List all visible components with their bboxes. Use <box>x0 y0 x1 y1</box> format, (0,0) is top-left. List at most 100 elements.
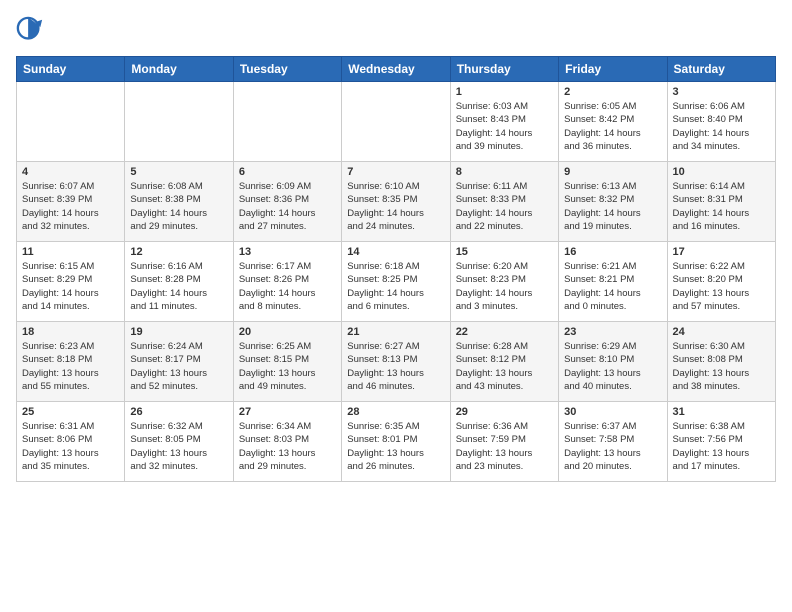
calendar-day-18: 18 Sunrise: 6:23 AM Sunset: 8:18 PM Dayli… <box>17 322 125 402</box>
day-info: Sunrise: 6:28 AM Sunset: 8:12 PM Dayligh… <box>456 340 553 393</box>
empty-cell <box>125 82 233 162</box>
calendar-day-11: 11 Sunrise: 6:15 AM Sunset: 8:29 PM Dayli… <box>17 242 125 322</box>
day-info: Sunrise: 6:22 AM Sunset: 8:20 PM Dayligh… <box>673 260 770 313</box>
day-number: 17 <box>673 246 770 258</box>
calendar-day-24: 24 Sunrise: 6:30 AM Sunset: 8:08 PM Dayli… <box>667 322 775 402</box>
empty-cell <box>233 82 341 162</box>
day-info: Sunrise: 6:38 AM Sunset: 7:56 PM Dayligh… <box>673 420 770 473</box>
empty-cell <box>342 82 450 162</box>
day-info: Sunrise: 6:03 AM Sunset: 8:43 PM Dayligh… <box>456 100 553 153</box>
day-number: 20 <box>239 326 336 338</box>
day-number: 24 <box>673 326 770 338</box>
empty-cell <box>17 82 125 162</box>
day-info: Sunrise: 6:14 AM Sunset: 8:31 PM Dayligh… <box>673 180 770 233</box>
day-number: 28 <box>347 406 444 418</box>
calendar-day-15: 15 Sunrise: 6:20 AM Sunset: 8:23 PM Dayli… <box>450 242 558 322</box>
weekday-header-sunday: Sunday <box>17 57 125 82</box>
day-info: Sunrise: 6:06 AM Sunset: 8:40 PM Dayligh… <box>673 100 770 153</box>
logo-icon <box>16 16 44 44</box>
calendar-week-1: 1 Sunrise: 6:03 AM Sunset: 8:43 PM Daylig… <box>17 82 776 162</box>
calendar-day-7: 7 Sunrise: 6:10 AM Sunset: 8:35 PM Daylig… <box>342 162 450 242</box>
calendar-week-4: 18 Sunrise: 6:23 AM Sunset: 8:18 PM Dayli… <box>17 322 776 402</box>
day-number: 26 <box>130 406 227 418</box>
calendar-day-5: 5 Sunrise: 6:08 AM Sunset: 8:38 PM Daylig… <box>125 162 233 242</box>
calendar-day-25: 25 Sunrise: 6:31 AM Sunset: 8:06 PM Dayli… <box>17 402 125 482</box>
page-header <box>16 16 776 44</box>
day-info: Sunrise: 6:25 AM Sunset: 8:15 PM Dayligh… <box>239 340 336 393</box>
day-info: Sunrise: 6:10 AM Sunset: 8:35 PM Dayligh… <box>347 180 444 233</box>
day-info: Sunrise: 6:07 AM Sunset: 8:39 PM Dayligh… <box>22 180 119 233</box>
day-number: 25 <box>22 406 119 418</box>
day-info: Sunrise: 6:16 AM Sunset: 8:28 PM Dayligh… <box>130 260 227 313</box>
day-number: 30 <box>564 406 661 418</box>
day-number: 29 <box>456 406 553 418</box>
day-number: 19 <box>130 326 227 338</box>
calendar-day-31: 31Sunrise: 6:38 AM Sunset: 7:56 PM Dayli… <box>667 402 775 482</box>
calendar-day-3: 3 Sunrise: 6:06 AM Sunset: 8:40 PM Daylig… <box>667 82 775 162</box>
day-info: Sunrise: 6:21 AM Sunset: 8:21 PM Dayligh… <box>564 260 661 313</box>
day-number: 14 <box>347 246 444 258</box>
day-info: Sunrise: 6:37 AM Sunset: 7:58 PM Dayligh… <box>564 420 661 473</box>
calendar-day-4: 4Sunrise: 6:07 AM Sunset: 8:39 PM Daylig… <box>17 162 125 242</box>
weekday-header-monday: Monday <box>125 57 233 82</box>
day-number: 22 <box>456 326 553 338</box>
calendar-day-12: 12Sunrise: 6:16 AM Sunset: 8:28 PM Dayli… <box>125 242 233 322</box>
calendar-day-23: 23 Sunrise: 6:29 AM Sunset: 8:10 PM Dayli… <box>559 322 667 402</box>
day-number: 7 <box>347 166 444 178</box>
day-number: 16 <box>564 246 661 258</box>
weekday-header-wednesday: Wednesday <box>342 57 450 82</box>
day-number: 10 <box>673 166 770 178</box>
weekday-header-thursday: Thursday <box>450 57 558 82</box>
day-number: 15 <box>456 246 553 258</box>
day-number: 1 <box>456 86 553 98</box>
calendar-day-9: 9 Sunrise: 6:13 AM Sunset: 8:32 PM Daylig… <box>559 162 667 242</box>
day-number: 2 <box>564 86 661 98</box>
calendar-day-20: 20 Sunrise: 6:25 AM Sunset: 8:15 PM Dayli… <box>233 322 341 402</box>
logo <box>16 16 48 44</box>
day-number: 21 <box>347 326 444 338</box>
day-number: 23 <box>564 326 661 338</box>
calendar-table: SundayMondayTuesdayWednesdayThursdayFrid… <box>16 56 776 482</box>
calendar-day-29: 29 Sunrise: 6:36 AM Sunset: 7:59 PM Dayli… <box>450 402 558 482</box>
day-info: Sunrise: 6:20 AM Sunset: 8:23 PM Dayligh… <box>456 260 553 313</box>
day-info: Sunrise: 6:08 AM Sunset: 8:38 PM Dayligh… <box>130 180 227 233</box>
day-number: 5 <box>130 166 227 178</box>
calendar-day-6: 6Sunrise: 6:09 AM Sunset: 8:36 PM Daylig… <box>233 162 341 242</box>
calendar-day-13: 13 Sunrise: 6:17 AM Sunset: 8:26 PM Dayli… <box>233 242 341 322</box>
calendar-day-14: 14 Sunrise: 6:18 AM Sunset: 8:25 PM Dayli… <box>342 242 450 322</box>
day-info: Sunrise: 6:30 AM Sunset: 8:08 PM Dayligh… <box>673 340 770 393</box>
day-info: Sunrise: 6:17 AM Sunset: 8:26 PM Dayligh… <box>239 260 336 313</box>
day-info: Sunrise: 6:24 AM Sunset: 8:17 PM Dayligh… <box>130 340 227 393</box>
calendar-week-3: 11 Sunrise: 6:15 AM Sunset: 8:29 PM Dayli… <box>17 242 776 322</box>
day-info: Sunrise: 6:29 AM Sunset: 8:10 PM Dayligh… <box>564 340 661 393</box>
day-number: 18 <box>22 326 119 338</box>
calendar-day-2: 2 Sunrise: 6:05 AM Sunset: 8:42 PM Daylig… <box>559 82 667 162</box>
calendar-week-2: 4Sunrise: 6:07 AM Sunset: 8:39 PM Daylig… <box>17 162 776 242</box>
weekday-header-saturday: Saturday <box>667 57 775 82</box>
calendar-day-28: 28 Sunrise: 6:35 AM Sunset: 8:01 PM Dayli… <box>342 402 450 482</box>
day-info: Sunrise: 6:18 AM Sunset: 8:25 PM Dayligh… <box>347 260 444 313</box>
day-info: Sunrise: 6:05 AM Sunset: 8:42 PM Dayligh… <box>564 100 661 153</box>
weekday-header-tuesday: Tuesday <box>233 57 341 82</box>
day-number: 11 <box>22 246 119 258</box>
day-info: Sunrise: 6:09 AM Sunset: 8:36 PM Dayligh… <box>239 180 336 233</box>
day-info: Sunrise: 6:27 AM Sunset: 8:13 PM Dayligh… <box>347 340 444 393</box>
calendar-day-16: 16 Sunrise: 6:21 AM Sunset: 8:21 PM Dayli… <box>559 242 667 322</box>
calendar-day-22: 22 Sunrise: 6:28 AM Sunset: 8:12 PM Dayli… <box>450 322 558 402</box>
day-info: Sunrise: 6:15 AM Sunset: 8:29 PM Dayligh… <box>22 260 119 313</box>
day-info: Sunrise: 6:36 AM Sunset: 7:59 PM Dayligh… <box>456 420 553 473</box>
weekday-header-friday: Friday <box>559 57 667 82</box>
calendar-week-5: 25 Sunrise: 6:31 AM Sunset: 8:06 PM Dayli… <box>17 402 776 482</box>
day-number: 3 <box>673 86 770 98</box>
day-number: 13 <box>239 246 336 258</box>
weekday-header-row: SundayMondayTuesdayWednesdayThursdayFrid… <box>17 57 776 82</box>
day-number: 9 <box>564 166 661 178</box>
calendar-day-21: 21 Sunrise: 6:27 AM Sunset: 8:13 PM Dayli… <box>342 322 450 402</box>
day-info: Sunrise: 6:13 AM Sunset: 8:32 PM Dayligh… <box>564 180 661 233</box>
calendar-day-17: 17 Sunrise: 6:22 AM Sunset: 8:20 PM Dayli… <box>667 242 775 322</box>
day-info: Sunrise: 6:11 AM Sunset: 8:33 PM Dayligh… <box>456 180 553 233</box>
calendar-day-1: 1 Sunrise: 6:03 AM Sunset: 8:43 PM Daylig… <box>450 82 558 162</box>
day-info: Sunrise: 6:23 AM Sunset: 8:18 PM Dayligh… <box>22 340 119 393</box>
day-info: Sunrise: 6:31 AM Sunset: 8:06 PM Dayligh… <box>22 420 119 473</box>
day-info: Sunrise: 6:35 AM Sunset: 8:01 PM Dayligh… <box>347 420 444 473</box>
